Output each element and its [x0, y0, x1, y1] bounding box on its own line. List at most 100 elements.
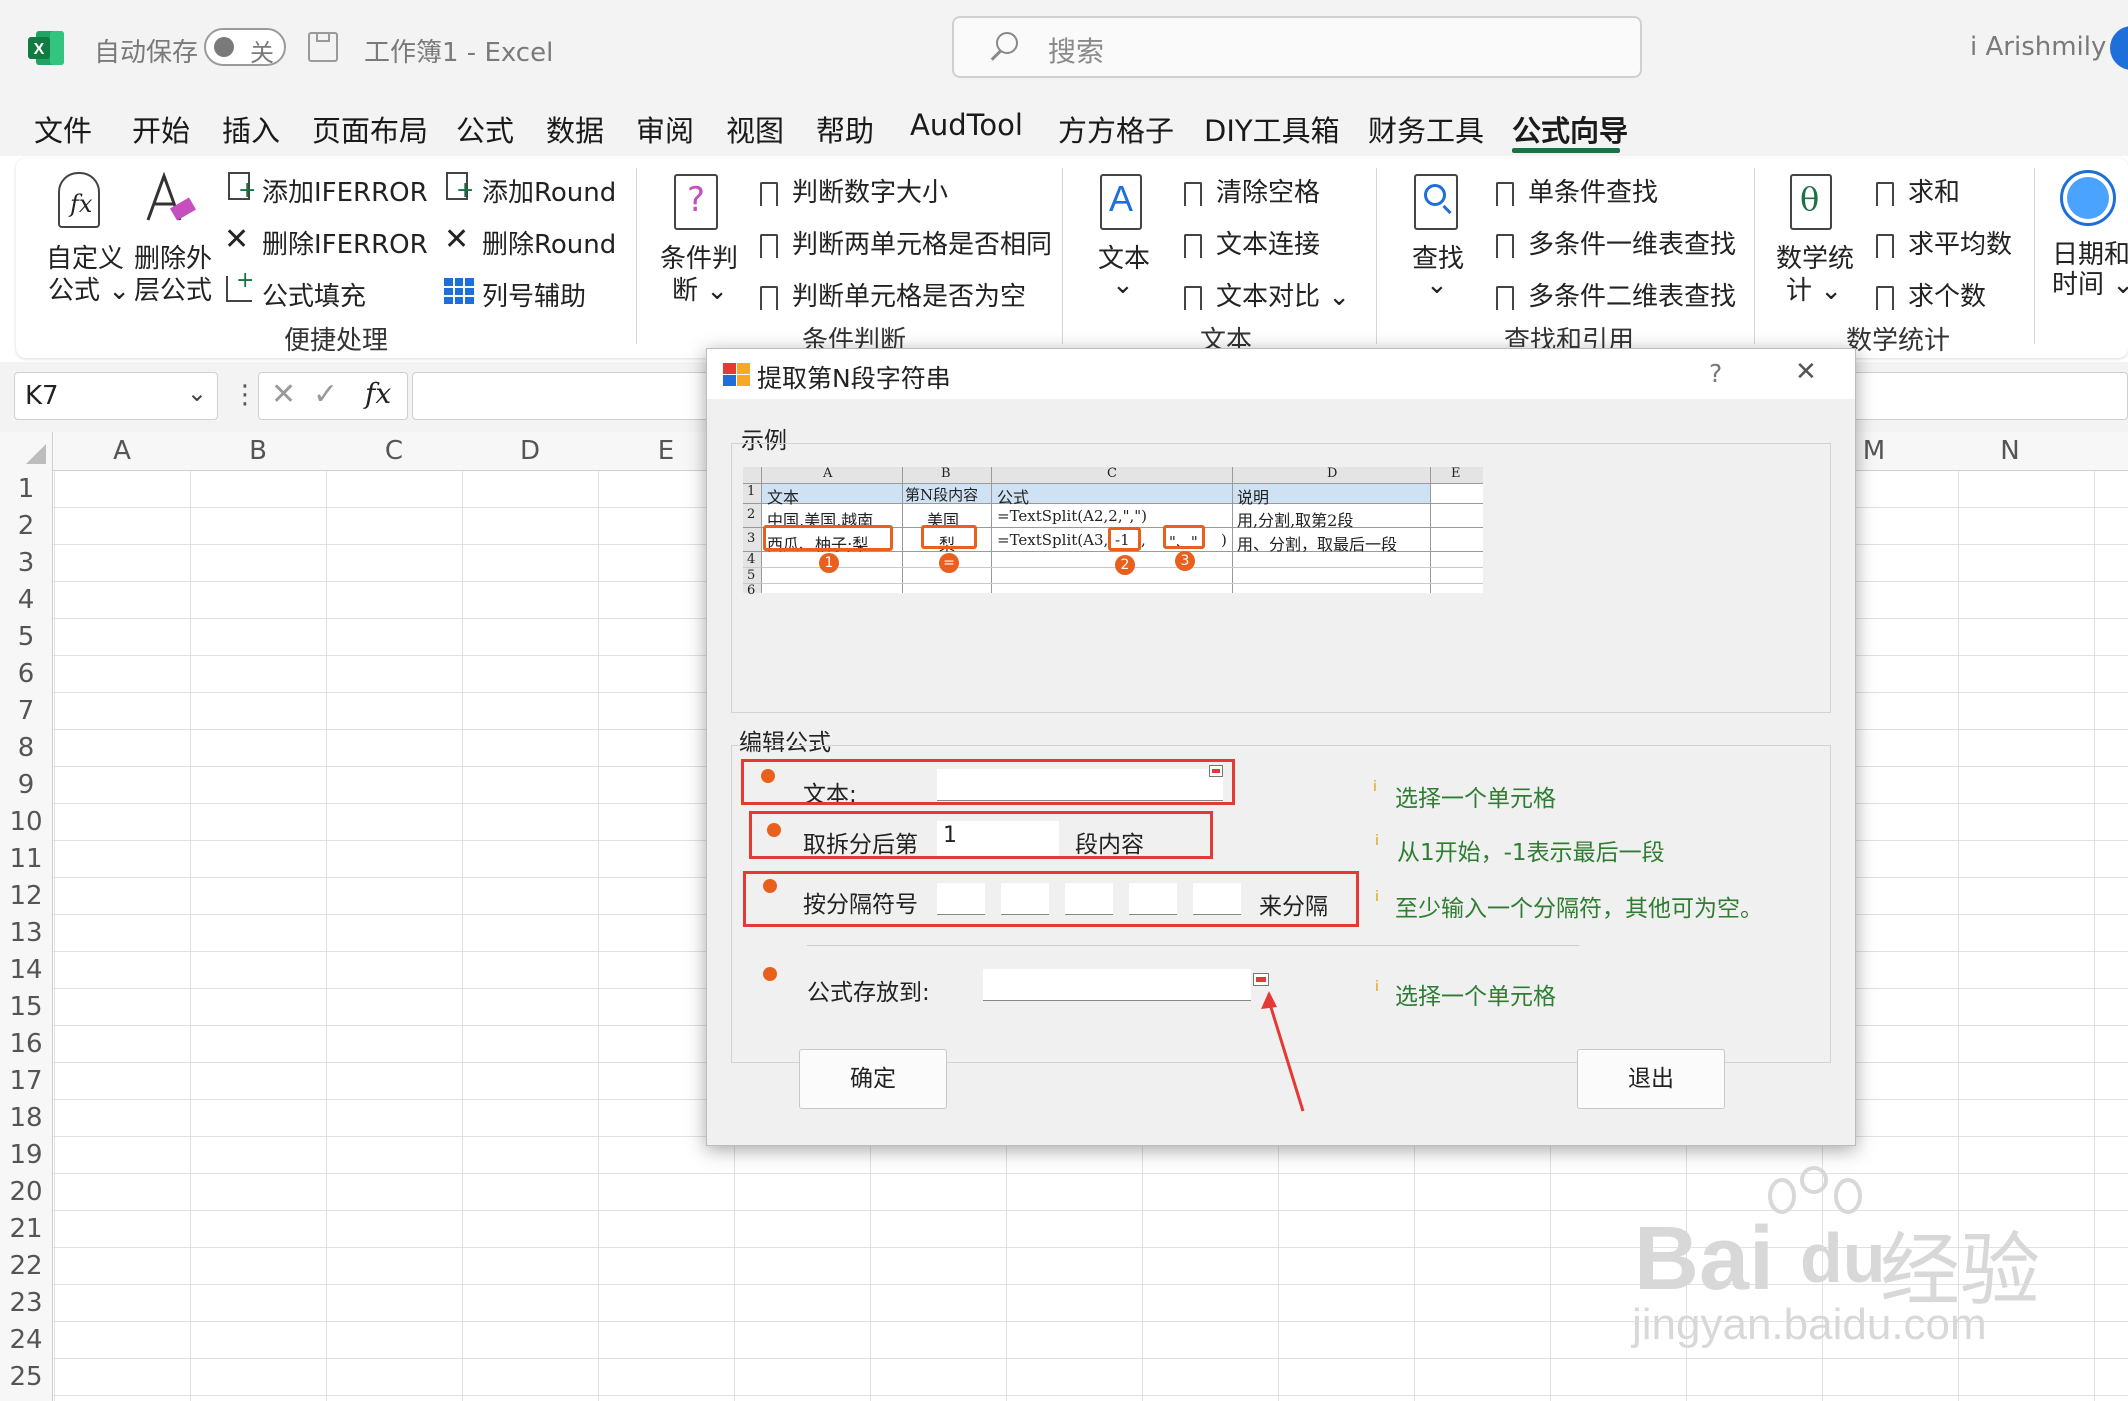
example-cell-d3: 用、分割，取最后一段	[1237, 535, 1398, 554]
tab-help[interactable]: 帮助	[816, 108, 874, 150]
text-compare-button[interactable]: 文本对比 ⌄	[1184, 276, 1350, 313]
row-header[interactable]: 3	[0, 548, 52, 578]
row-header[interactable]: 4	[0, 585, 52, 615]
chevron-down-icon: ⌄	[186, 379, 207, 407]
name-box[interactable]: K7 ⌄	[14, 372, 218, 420]
cell-picker-icon[interactable]	[1253, 973, 1269, 986]
svg-text:X: X	[34, 41, 45, 58]
save-icon[interactable]	[308, 32, 338, 62]
row-header[interactable]: 8	[0, 733, 52, 763]
delete-iferror-button[interactable]: 删除IFERROR	[262, 224, 428, 261]
multi-condition-2d-lookup-button[interactable]: 多条件二维表查找	[1496, 276, 1736, 313]
example-col-a: A	[823, 466, 833, 481]
tab-audtool[interactable]: AudTool	[910, 108, 1023, 142]
math-label-2[interactable]: 计 ⌄	[1786, 270, 1842, 307]
lookup-label-2[interactable]: ⌄	[1426, 270, 1448, 300]
tab-review[interactable]: 审阅	[636, 108, 694, 150]
tab-formula-wizard[interactable]: 公式向导	[1512, 108, 1628, 150]
ok-button[interactable]: 确定	[799, 1049, 947, 1109]
tab-data[interactable]: 数据	[546, 108, 604, 150]
example-cell-b1: 第N段内容	[905, 486, 979, 504]
formula-fill-button[interactable]: 公式填充	[262, 276, 366, 313]
add-round-button[interactable]: 添加Round	[482, 172, 616, 209]
single-condition-lookup-button[interactable]: 单条件查找	[1496, 172, 1658, 209]
row-header[interactable]: 14	[0, 955, 52, 985]
column-header-d[interactable]: D	[462, 432, 598, 470]
row-header[interactable]: 20	[0, 1177, 52, 1207]
row-header[interactable]: 13	[0, 918, 52, 948]
tab-file[interactable]: 文件	[34, 108, 92, 150]
formula-controls: ✕ ✓ fx	[258, 372, 408, 420]
judge-cell-empty-button[interactable]: 判断单元格是否为空	[760, 276, 1026, 313]
delete-round-button[interactable]: 删除Round	[482, 224, 616, 261]
text-label-2[interactable]: ⌄	[1112, 270, 1134, 300]
watermark-brand-2: du	[1800, 1219, 1886, 1297]
more-options-icon[interactable]: ⋮	[232, 380, 258, 410]
row-header[interactable]: 18	[0, 1103, 52, 1133]
row-header[interactable]: 16	[0, 1029, 52, 1059]
row-header[interactable]: 25	[0, 1362, 52, 1392]
clear-spaces-button[interactable]: 清除空格	[1184, 172, 1320, 209]
row-header[interactable]: 17	[0, 1066, 52, 1096]
multi-condition-1d-lookup-button[interactable]: 多条件一维表查找	[1496, 224, 1736, 261]
exit-button[interactable]: 退出	[1577, 1049, 1725, 1109]
judge-number-size-button[interactable]: 判断数字大小	[760, 172, 948, 209]
tab-home[interactable]: 开始	[132, 108, 190, 150]
ribbon-separator	[1062, 168, 1063, 344]
destination-cell-input[interactable]	[983, 969, 1251, 1001]
tab-finance-tools[interactable]: 财务工具	[1368, 108, 1484, 150]
info-icon: i	[1375, 889, 1379, 905]
tab-formulas[interactable]: 公式	[456, 108, 514, 150]
row-header[interactable]: 10	[0, 807, 52, 837]
custom-formula-label-2[interactable]: 公式 ⌄	[48, 270, 130, 307]
help-icon[interactable]: ?	[1709, 359, 1722, 388]
tab-insert[interactable]: 插入	[222, 108, 280, 150]
column-header-a[interactable]: A	[54, 432, 190, 470]
average-button[interactable]: 求平均数	[1876, 224, 2012, 261]
column-header-b[interactable]: B	[190, 432, 326, 470]
row-header[interactable]: 19	[0, 1140, 52, 1170]
example-row-2: 2	[747, 507, 756, 522]
date-time-label-2[interactable]: 时间 ⌄	[2052, 264, 2128, 301]
row-header[interactable]: 24	[0, 1325, 52, 1355]
user-name[interactable]: i Arishmily	[1970, 32, 2106, 62]
confirm-icon[interactable]: ✓	[313, 377, 338, 412]
row-header[interactable]: 2	[0, 511, 52, 541]
tab-diy-toolbox[interactable]: DIY工具箱	[1204, 108, 1340, 150]
annotation-marker-3: 3	[1175, 551, 1195, 571]
row-header[interactable]: 15	[0, 992, 52, 1022]
row-header[interactable]: 6	[0, 659, 52, 689]
insert-function-icon[interactable]: fx	[365, 377, 391, 410]
tab-view[interactable]: 视图	[726, 108, 784, 150]
select-all-corner[interactable]	[26, 444, 46, 464]
column-header-n[interactable]: N	[1942, 432, 2078, 470]
remove-outer-formula-label-2[interactable]: 层公式	[134, 270, 212, 307]
column-helper-button[interactable]: 列号辅助	[482, 276, 586, 313]
count-button[interactable]: 求个数	[1876, 276, 1986, 313]
judge-cells-equal-button[interactable]: 判断两单元格是否相同	[760, 224, 1052, 261]
cancel-icon[interactable]: ✕	[271, 377, 296, 412]
row-header[interactable]: 5	[0, 622, 52, 652]
text-join-button[interactable]: 文本连接	[1184, 224, 1320, 261]
row-header[interactable]: 21	[0, 1214, 52, 1244]
text-icon: A	[1100, 174, 1142, 230]
row-header[interactable]: 7	[0, 696, 52, 726]
sum-button[interactable]: 求和	[1876, 172, 1960, 209]
tab-page-layout[interactable]: 页面布局	[312, 108, 428, 150]
excel-logo-icon[interactable]: X	[26, 28, 66, 68]
condition-icon: ?	[674, 174, 718, 230]
search-box[interactable]: 搜索	[952, 16, 1642, 78]
row-header[interactable]: 23	[0, 1288, 52, 1318]
row-header[interactable]: 22	[0, 1251, 52, 1281]
column-header-c[interactable]: C	[326, 432, 462, 470]
condition-label-2[interactable]: 断 ⌄	[672, 270, 728, 307]
tab-fangfang[interactable]: 方方格子	[1058, 108, 1174, 150]
row-header[interactable]: 12	[0, 881, 52, 911]
close-icon[interactable]: ✕	[1795, 357, 1817, 387]
row-header[interactable]: 1	[0, 474, 52, 504]
row-header[interactable]: 9	[0, 770, 52, 800]
autosave-toggle[interactable]: 关	[204, 28, 286, 67]
red-arrow	[1261, 991, 1305, 1112]
row-header[interactable]: 11	[0, 844, 52, 874]
add-iferror-button[interactable]: 添加IFERROR	[262, 172, 428, 209]
